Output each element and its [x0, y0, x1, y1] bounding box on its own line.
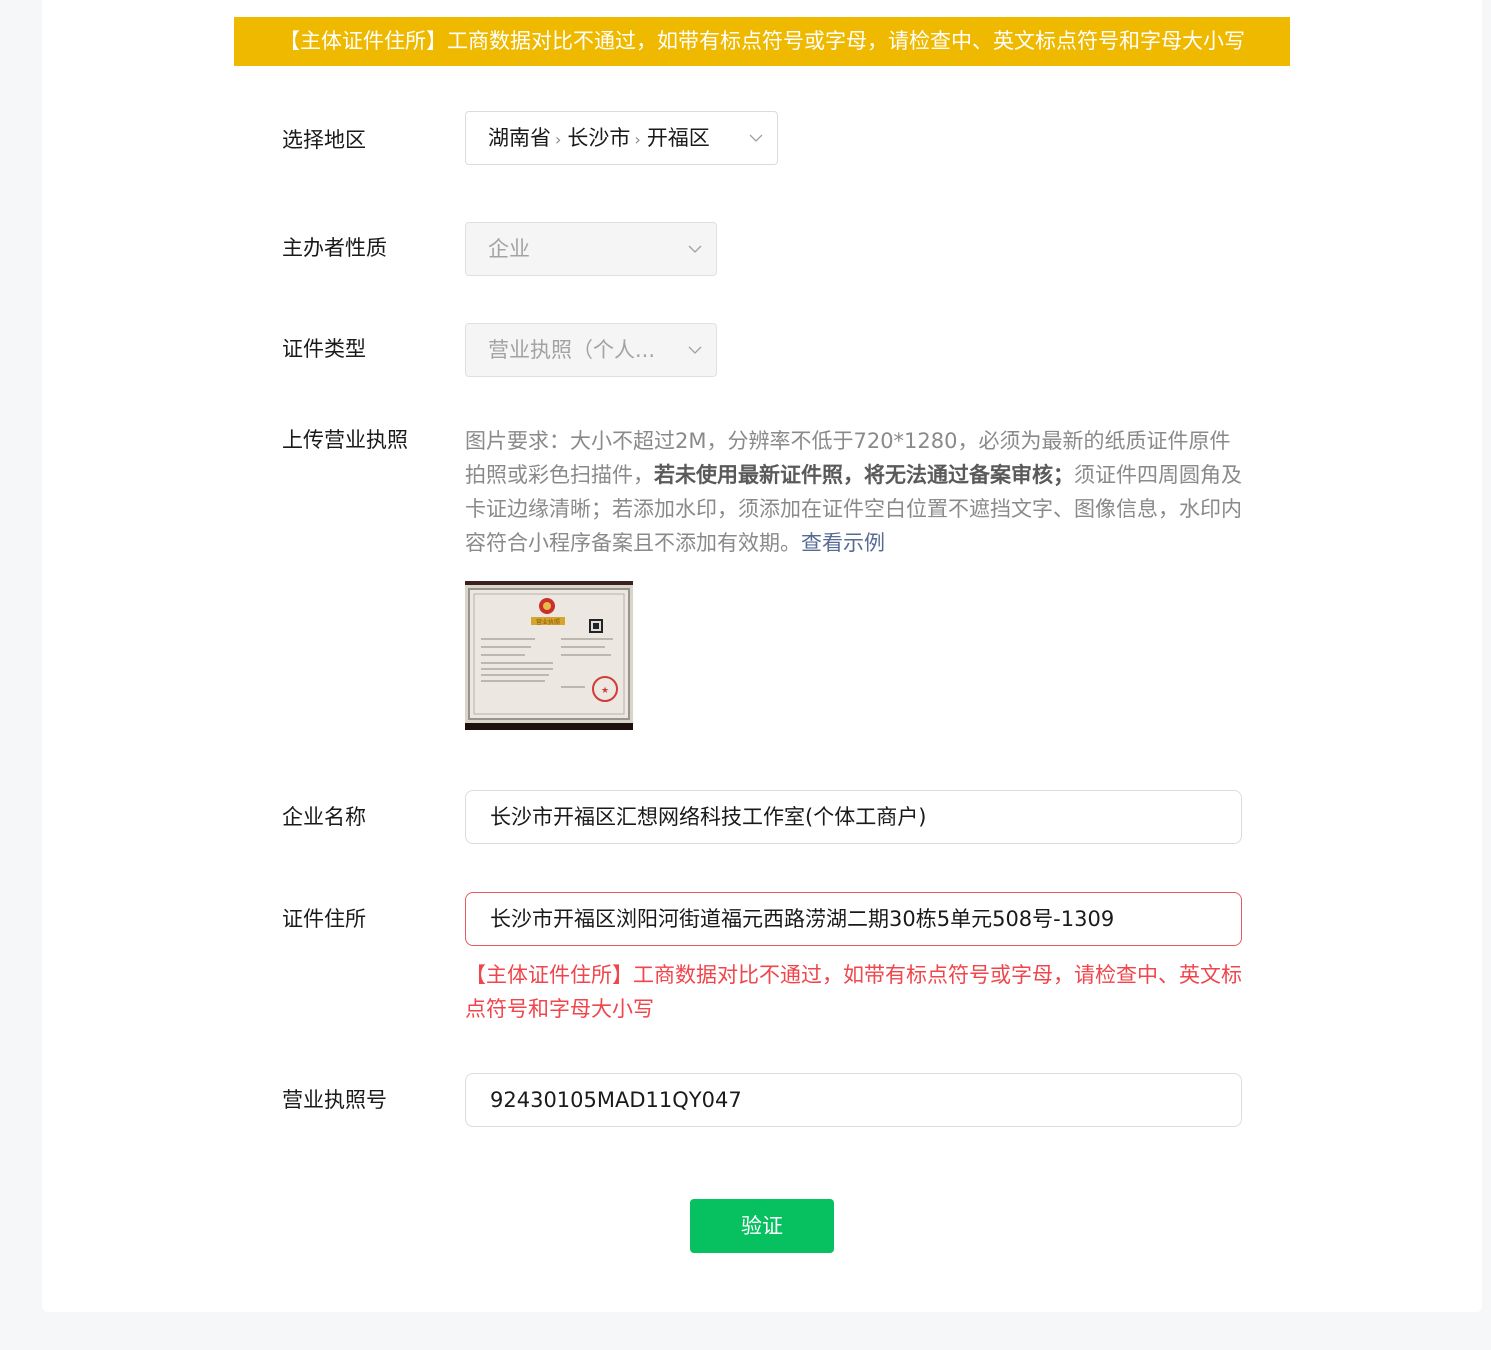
address-error-message: 【主体证件住所】工商数据对比不通过，如带有标点符号或字母，请检查中、英文标点符号… [465, 963, 1242, 1021]
chevron-down-icon [749, 131, 763, 145]
hint-warning: 若未使用最新证件照，将无法通过备案审核； [654, 463, 1074, 487]
cert-type-select[interactable]: 营业执照（个人... [465, 323, 717, 377]
cert-type-label: 证件类型 [282, 337, 366, 361]
chevron-down-icon [688, 343, 702, 357]
license-title-text: 营业执照 [536, 618, 560, 626]
verify-button[interactable]: 验证 [690, 1199, 834, 1253]
svg-text:★: ★ [601, 686, 609, 696]
company-name-label: 企业名称 [282, 805, 366, 829]
region-district: 开福区 [646, 126, 710, 150]
license-no-input[interactable]: 92430105MAD11QY047 [465, 1073, 1242, 1127]
license-thumbnail[interactable]: 营业执照 ★ [465, 581, 633, 730]
region-label: 选择地区 [282, 128, 366, 152]
address-label: 证件住所 [282, 907, 366, 931]
chevron-right-icon: › [555, 130, 562, 149]
cert-type-value: 营业执照（个人... [488, 338, 656, 362]
upload-label: 上传营业执照 [282, 428, 408, 452]
organizer-type-label: 主办者性质 [282, 236, 387, 260]
organizer-type-select[interactable]: 企业 [465, 222, 717, 276]
license-no-label: 营业执照号 [282, 1088, 387, 1112]
region-province: 湖南省 [488, 126, 551, 150]
chevron-down-icon [688, 242, 702, 256]
view-example-link[interactable]: 查看示例 [801, 531, 885, 555]
region-city: 长沙市 [567, 126, 631, 150]
organizer-type-value: 企业 [488, 237, 530, 261]
company-name-input[interactable]: 长沙市开福区汇想网络科技工作室(个体工商户) [465, 790, 1242, 844]
region-select[interactable]: 湖南省 › 长沙市 › 开福区 [465, 111, 778, 165]
chevron-right-icon: › [634, 130, 641, 149]
upload-hint: 图片要求：大小不超过2M，分辨率不低于720*1280，必须为最新的纸质证件原件… [465, 424, 1245, 560]
license-image: 营业执照 ★ [465, 581, 633, 730]
address-input[interactable]: 长沙市开福区浏阳河街道福元西路涝湖二期30栋5单元508号-1309 [465, 892, 1242, 946]
error-banner: 【主体证件住所】工商数据对比不通过，如带有标点符号或字母，请检查中、英文标点符号… [234, 17, 1290, 66]
